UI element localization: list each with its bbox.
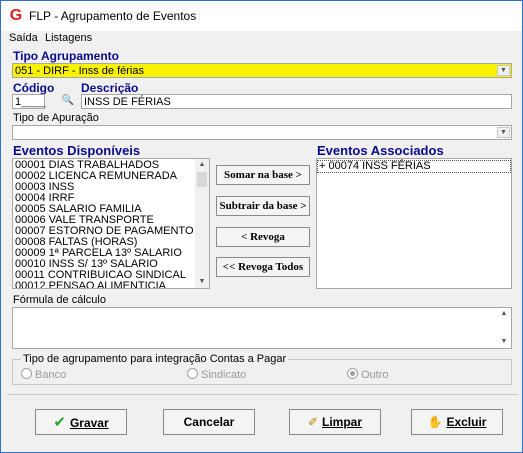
divider	[7, 394, 518, 395]
list-item[interactable]: + 00074 INSS FÉRIAS	[317, 160, 511, 173]
descricao-input[interactable]: INSS DE FÉRIAS	[81, 94, 512, 109]
menu-item-listagens[interactable]: Listagens	[45, 32, 92, 44]
menu-item-saida[interactable]: Saída	[9, 32, 38, 44]
eventos-associados-list[interactable]: + 00074 INSS FÉRIAS	[316, 158, 512, 289]
codigo-label: Código	[13, 81, 55, 95]
checkmark-icon: ✔	[53, 413, 66, 431]
scroll-down-arrow-icon[interactable]: ▼	[195, 276, 209, 288]
formula-label: Fórmula de cálculo	[13, 294, 106, 306]
list-item[interactable]: 00012 PENSAO ALIMENTICIA	[13, 281, 209, 289]
scroll-thumb[interactable]	[197, 172, 207, 187]
eventos-associados-label: Eventos Associados	[317, 143, 444, 158]
cancelar-button[interactable]: Cancelar	[163, 409, 255, 435]
window-title: FLP - Agrupamento de Eventos	[29, 9, 197, 23]
revoga-button[interactable]: < Revoga	[216, 227, 310, 247]
subtrair-da-base-button[interactable]: Subtrair da base >	[216, 196, 310, 216]
formula-textarea[interactable]: ▲ ▼	[12, 307, 512, 349]
tipo-agrupamento-value: 051 - DIRF - Inss de férias	[15, 65, 144, 77]
eventos-disponiveis-scrollbar[interactable]: ▲ ▼	[195, 159, 209, 288]
radio-outro[interactable]: Outro	[347, 368, 389, 381]
scroll-up-arrow-icon[interactable]: ▲	[497, 308, 511, 320]
app-logo-icon: G	[9, 7, 23, 24]
radio-sindicato[interactable]: Sindicato	[187, 368, 246, 381]
descricao-label: Descrição	[81, 81, 139, 95]
descricao-value: INSS DE FÉRIAS	[84, 96, 171, 108]
eventos-disponiveis-list[interactable]: 00001 DIAS TRABALHADOS 00002 LICENCA REM…	[12, 158, 210, 289]
scroll-up-arrow-icon[interactable]: ▲	[195, 159, 209, 171]
eventos-disponiveis-label: Eventos Disponíveis	[13, 143, 141, 158]
radio-circle-icon	[187, 368, 198, 379]
tipo-agrupamento-label: Tipo Agrupamento	[13, 49, 119, 63]
dropdown-arrow-icon[interactable]: ▼	[497, 127, 510, 138]
title-bar: G FLP - Agrupamento de Eventos	[1, 1, 522, 31]
menu-bar: Saída Listagens	[1, 31, 522, 47]
tipo-apuracao-label: Tipo de Apuração	[13, 112, 99, 124]
radio-circle-icon	[21, 368, 32, 379]
revoga-todos-button[interactable]: << Revoga Todos	[216, 257, 310, 277]
window: G FLP - Agrupamento de Eventos Saída Lis…	[0, 0, 523, 453]
integracao-label: Tipo de agrupamento para integração Cont…	[21, 353, 289, 365]
dropdown-arrow-icon[interactable]: ▼	[497, 65, 510, 76]
codigo-input[interactable]: 1____	[12, 94, 46, 109]
radio-selected-icon	[347, 368, 358, 379]
tipo-apuracao-select[interactable]: ▼	[12, 125, 512, 140]
broom-icon: ✐	[307, 415, 319, 429]
gravar-button[interactable]: ✔ Gravar	[35, 409, 127, 435]
radio-banco[interactable]: Banco	[21, 368, 66, 381]
somar-na-base-button[interactable]: Somar na base >	[216, 165, 310, 185]
hand-delete-icon: ✋	[427, 415, 443, 429]
limpar-button[interactable]: ✐ Limpar	[289, 409, 381, 435]
formula-scrollbar[interactable]: ▲ ▼	[497, 308, 511, 348]
excluir-button[interactable]: ✋ Excluir	[411, 409, 503, 435]
scroll-down-arrow-icon[interactable]: ▼	[497, 336, 511, 348]
tipo-agrupamento-select[interactable]: 051 - DIRF - Inss de férias ▼	[12, 63, 512, 78]
binoculars-search-icon[interactable]: 🔍	[61, 95, 75, 108]
